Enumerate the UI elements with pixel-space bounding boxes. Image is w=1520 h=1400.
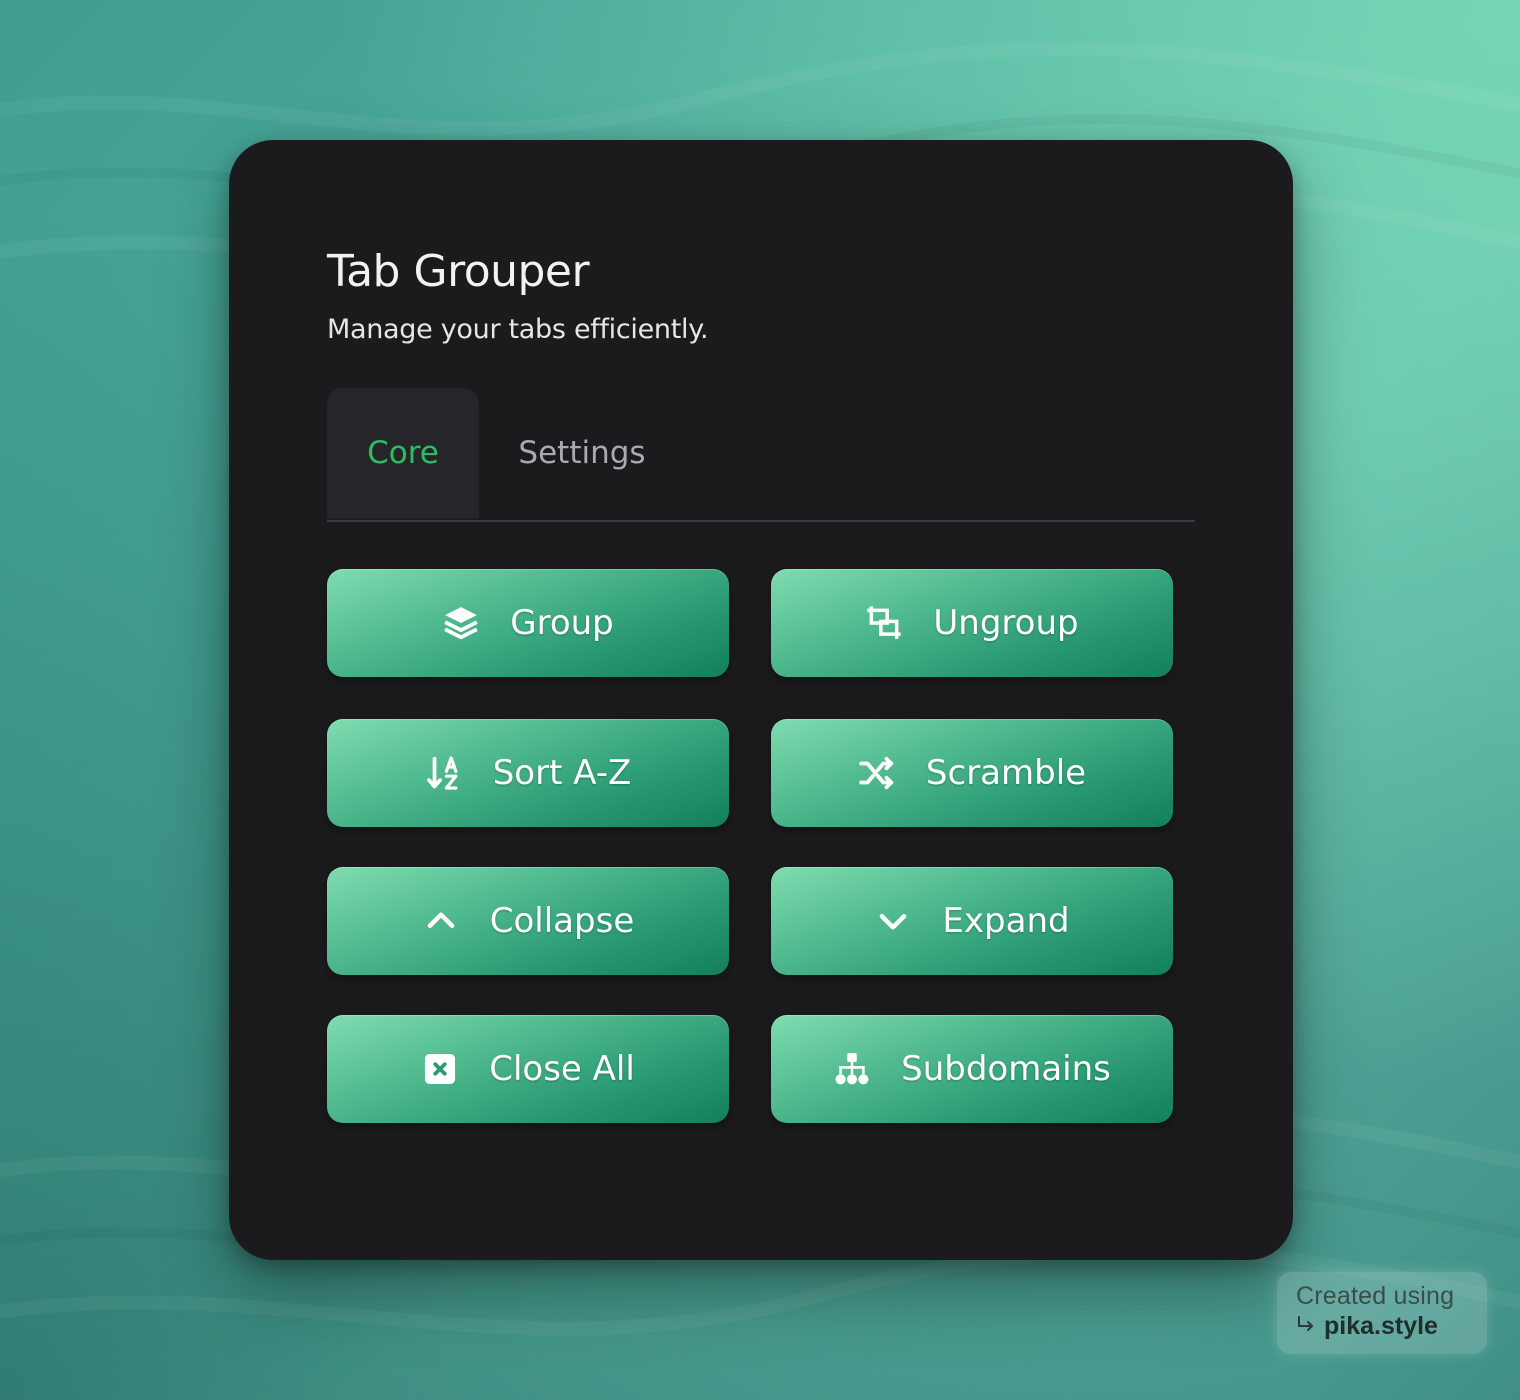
app-title: Tab Grouper (327, 246, 590, 297)
sort-az-button-label: Sort A-Z (492, 753, 632, 793)
pika-style-watermark[interactable]: Created using pika.style (1277, 1272, 1487, 1354)
sort-az-icon (425, 754, 463, 792)
scramble-button[interactable]: Scramble (771, 719, 1173, 827)
return-arrow-icon (1296, 1312, 1316, 1341)
scramble-button-label: Scramble (925, 753, 1087, 793)
sitemap-icon (833, 1050, 871, 1088)
app-subtitle: Manage your tabs efficiently. (327, 314, 709, 345)
watermark-brand-label: pika.style (1324, 1312, 1438, 1340)
close-all-button-label: Close All (489, 1049, 635, 1089)
ungroup-button-label: Ungroup (933, 603, 1079, 643)
close-all-button[interactable]: Close All (327, 1015, 729, 1123)
expand-button-label: Expand (942, 901, 1070, 941)
chevron-up-icon (422, 902, 460, 940)
extension-popup-card: Tab Grouper Manage your tabs efficiently… (229, 140, 1293, 1260)
ungroup-button[interactable]: Ungroup (771, 569, 1173, 677)
expand-button[interactable]: Expand (771, 867, 1173, 975)
tab-core[interactable]: Core (327, 388, 479, 518)
tab-bar: Core Settings (327, 388, 1195, 522)
watermark-created-using: Created using (1296, 1282, 1455, 1310)
subdomains-button[interactable]: Subdomains (771, 1015, 1173, 1123)
group-button[interactable]: Group (327, 569, 729, 677)
close-square-icon (421, 1050, 459, 1088)
shuffle-icon (858, 754, 896, 792)
watermark-brand: pika.style (1296, 1312, 1438, 1341)
subdomains-button-label: Subdomains (901, 1049, 1111, 1089)
chevron-down-icon (874, 902, 912, 940)
tab-settings[interactable]: Settings (479, 388, 685, 518)
sort-az-button[interactable]: Sort A-Z (327, 719, 729, 827)
layers-icon (442, 604, 480, 642)
ungroup-icon (865, 604, 903, 642)
group-button-label: Group (510, 603, 614, 643)
collapse-button[interactable]: Collapse (327, 867, 729, 975)
collapse-button-label: Collapse (489, 901, 635, 941)
